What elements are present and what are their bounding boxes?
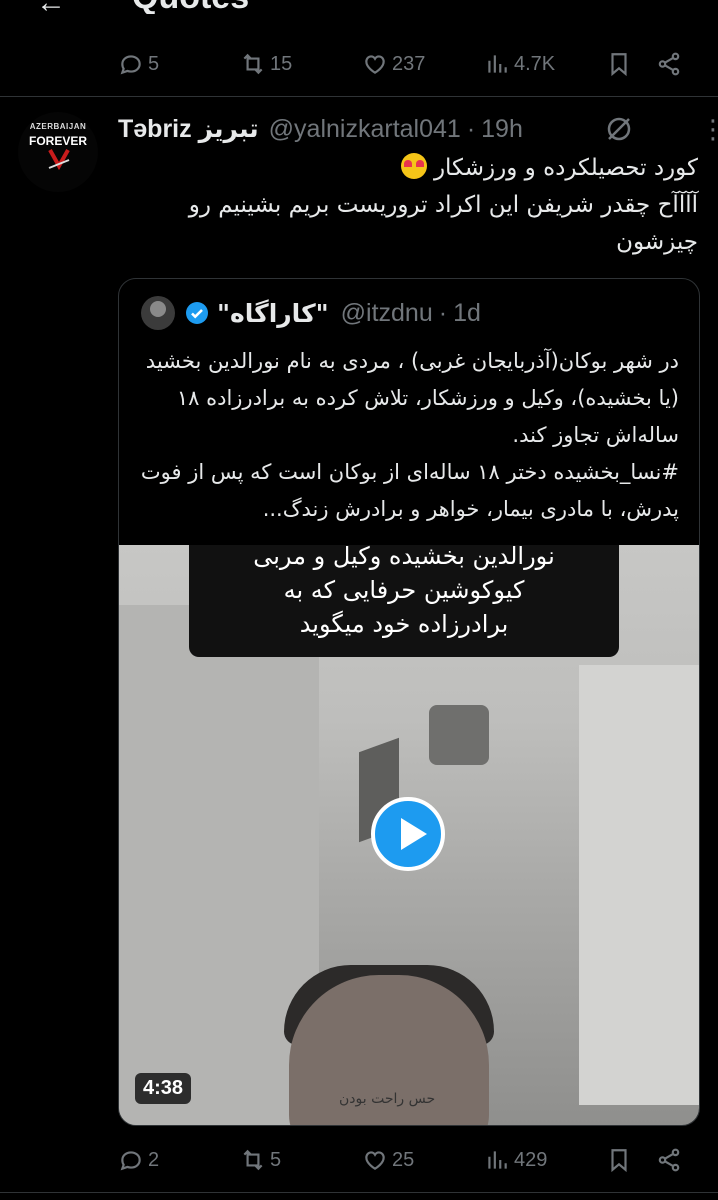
reply-button[interactable]: 5 xyxy=(118,44,159,84)
tweet-actions: 2 5 25 429 xyxy=(118,1140,698,1180)
like-button[interactable]: 25 xyxy=(362,1140,414,1180)
tweet-header: Təbriz تبریز @yalnizkartal041 · 19h xyxy=(118,112,523,146)
divider xyxy=(0,96,718,97)
bookmark-button[interactable] xyxy=(606,1140,632,1180)
tweet-time[interactable]: 19h xyxy=(481,115,523,144)
reply-button[interactable]: 2 xyxy=(118,1140,159,1180)
reply-icon xyxy=(120,55,141,75)
quote-time[interactable]: 1d xyxy=(453,299,481,328)
views-count: 429 xyxy=(514,1148,548,1171)
quote-avatar[interactable] xyxy=(141,296,175,330)
repost-icon xyxy=(243,1149,263,1171)
grok-icon[interactable] xyxy=(604,114,634,144)
bookmark-icon xyxy=(611,1149,627,1173)
quote-author-handle[interactable]: @itzdnu xyxy=(341,299,433,328)
tweet-text-line2: آآآآح چقدر شریفن این اکراد تروریست بریم … xyxy=(188,192,698,255)
author-handle[interactable]: @yalnizkartal041 xyxy=(269,115,461,144)
logo-mark-icon xyxy=(48,149,70,171)
video-overlay-text: حس راحت بودن xyxy=(339,1091,436,1107)
prev-tweet-actions: 5 15 237 4.7K xyxy=(118,44,698,84)
author-name[interactable]: Təbriz تبریز xyxy=(118,114,259,144)
arrow-left-icon[interactable]: ← xyxy=(36,0,66,14)
separator-dot: · xyxy=(466,114,476,143)
quote-text-para1: در شهر بوکان(آذربایجان غربی) ، مردی به ن… xyxy=(145,349,679,447)
repost-count: 5 xyxy=(270,1148,282,1171)
page-title: Quotes xyxy=(132,0,249,14)
video-bg-panel xyxy=(119,605,319,1125)
avatar[interactable]: AZERBAIJAN FOREVER xyxy=(18,112,98,192)
like-count: 25 xyxy=(392,1148,415,1171)
video-caption-line2: کیوکوشین حرفایی که به xyxy=(283,576,525,604)
heart-icon xyxy=(365,55,385,74)
video-caption: نورالدین بخشیده وکیل و مربی کیوکوشین حرف… xyxy=(189,545,619,657)
views-count: 4.7K xyxy=(514,52,556,75)
views-button[interactable]: 429 xyxy=(484,1140,547,1180)
like-count: 237 xyxy=(392,52,426,75)
like-button[interactable]: 237 xyxy=(362,44,425,84)
heart-icon xyxy=(365,1151,385,1170)
bookmark-button[interactable] xyxy=(606,44,632,84)
bookmark-icon xyxy=(611,53,627,77)
avatar-text-line1: AZERBAIJAN xyxy=(29,122,87,131)
reply-count: 5 xyxy=(148,52,160,75)
play-button-icon[interactable] xyxy=(371,797,445,871)
tweet-text: کورد تحصیلکرده و ورزشکار آآآآح چقدر شریف… xyxy=(118,150,698,261)
share-icon xyxy=(658,52,680,76)
more-options-icon[interactable]: ⋮ xyxy=(700,114,718,144)
reply-icon xyxy=(120,1151,141,1171)
divider xyxy=(0,1192,718,1193)
verified-badge-icon xyxy=(186,302,208,324)
video-caption-line3: برادرزاده خود میگوید xyxy=(299,610,509,638)
video-player[interactable]: نورالدین بخشیده وکیل و مربی کیوکوشین حرف… xyxy=(119,545,699,1125)
repost-button[interactable]: 5 xyxy=(240,1140,281,1180)
heart-eyes-emoji-icon xyxy=(400,153,427,179)
quote-author-name[interactable]: "کاراگاه" xyxy=(217,299,329,328)
views-icon xyxy=(488,1151,507,1169)
video-caption-line1: نورالدین بخشیده وکیل و مربی xyxy=(253,545,555,570)
top-bar: ← Quotes xyxy=(0,0,718,14)
tweet-text-line1: کورد تحصیلکرده و ورزشکار xyxy=(433,155,698,181)
share-button[interactable] xyxy=(656,44,682,84)
quote-text: در شهر بوکان(آذربایجان غربی) ، مردی به ن… xyxy=(139,343,679,528)
video-bg-shape xyxy=(429,705,489,765)
quoted-tweet[interactable]: "کاراگاه" @itzdnu · 1d در شهر بوکان(آذرب… xyxy=(118,278,700,1126)
views-button[interactable]: 4.7K xyxy=(484,44,555,84)
video-bg-panel xyxy=(579,665,699,1105)
repost-icon xyxy=(243,53,263,75)
quote-text-para2: #نسا_بخشیده دختر ۱۸ ساله‌ای از بوکان است… xyxy=(140,460,679,521)
share-icon xyxy=(658,1148,680,1172)
views-icon xyxy=(488,55,507,73)
repost-button[interactable]: 15 xyxy=(240,44,292,84)
share-button[interactable] xyxy=(656,1140,682,1180)
video-duration: 4:38 xyxy=(135,1073,192,1104)
reply-count: 2 xyxy=(148,1148,160,1171)
repost-count: 15 xyxy=(270,52,293,75)
quote-header: "کاراگاه" @itzdnu · 1d xyxy=(141,295,481,331)
separator-dot: · xyxy=(438,298,448,327)
